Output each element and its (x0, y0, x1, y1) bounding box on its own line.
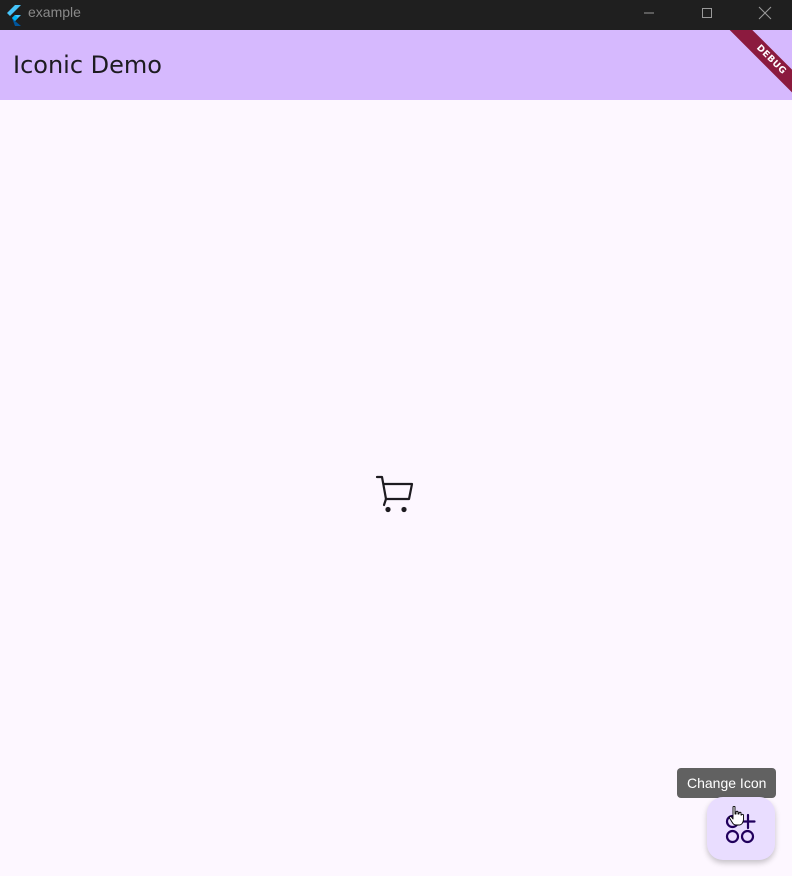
close-button[interactable] (742, 0, 788, 26)
close-icon (758, 6, 772, 20)
minimize-icon (644, 12, 654, 14)
page-title: Iconic Demo (13, 51, 162, 79)
window-title: example (28, 4, 81, 20)
hand-pointer-cursor-icon (728, 806, 744, 826)
flutter-logo-icon (7, 5, 21, 26)
maximize-icon (702, 8, 712, 18)
app-bar: Iconic Demo (0, 30, 792, 100)
maximize-button[interactable] (684, 0, 730, 26)
fab-tooltip: Change Icon (677, 768, 777, 798)
app-window: example Iconic Demo DEBUG Change Icon (0, 0, 792, 876)
title-bar: example (0, 0, 792, 30)
shopping-cart-icon (375, 475, 414, 513)
minimize-button[interactable] (626, 0, 672, 26)
main-content (0, 100, 792, 876)
